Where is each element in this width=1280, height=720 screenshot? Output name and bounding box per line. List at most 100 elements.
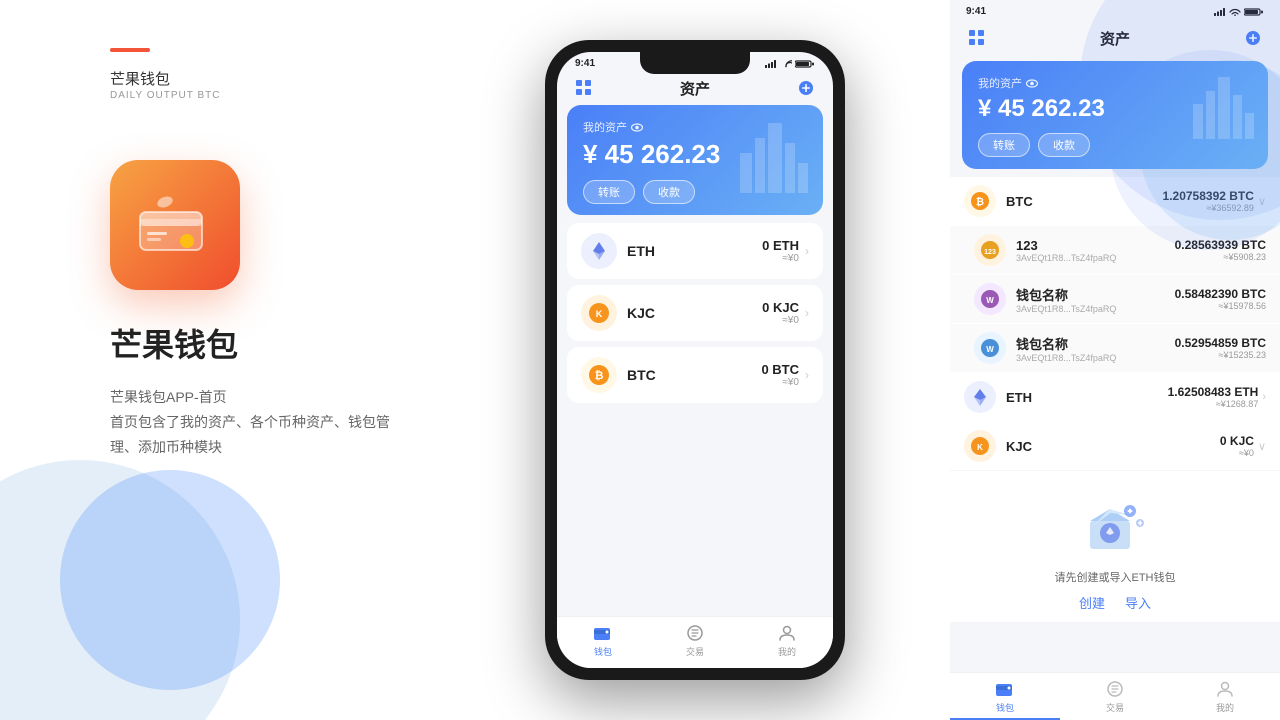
- signal-icon: [765, 60, 777, 68]
- r-wallet2-addr: 3AvEQt1R8...TsZ4fpaRQ: [1016, 353, 1175, 363]
- r-eth-right: 1.62508483 ETH ≈¥1268.87: [1168, 385, 1259, 409]
- r-eth-name: ETH: [1006, 390, 1168, 405]
- coin-item-eth[interactable]: ETH 0 ETH ≈¥0 ›: [567, 223, 823, 279]
- svg-text:W: W: [986, 345, 994, 354]
- r-wallet2-name: 钱包名称: [1016, 334, 1175, 353]
- kjc-name: KJC: [627, 305, 762, 321]
- r-building-deco: [1185, 69, 1260, 149]
- brand-bar: [110, 48, 150, 52]
- right-tab-wallet[interactable]: 钱包: [950, 679, 1060, 714]
- r-123-addr: 3AvEQt1R8...TsZ4fpaRQ: [1016, 253, 1175, 263]
- kjc-icon: K: [581, 295, 617, 331]
- svg-text:W: W: [986, 296, 994, 305]
- r-tx-tab-svg: [1106, 681, 1124, 697]
- mine-svg: [778, 625, 796, 641]
- r-transfer-button[interactable]: 转账: [978, 133, 1030, 157]
- right-tab-tx[interactable]: 交易: [1060, 679, 1170, 714]
- right-tab-mine[interactable]: 我的: [1170, 679, 1280, 714]
- app-desc: 芒果钱包APP-首页 首页包含了我的资产、各个币种资产、钱包管 理、添加币种模块: [110, 385, 390, 461]
- r-mine-tab-label: 我的: [1216, 701, 1234, 714]
- r-btc-icon: ₿: [964, 185, 996, 217]
- app-icon-svg: [135, 194, 215, 256]
- right-time: 9:41: [966, 6, 986, 17]
- r-wallet2-right: 0.52954859 BTC ≈¥15235.23: [1175, 336, 1266, 360]
- r-wallet1-svg: W: [980, 289, 1000, 309]
- eth-create-section: 请先创建或导入ETH钱包 创建 导入: [950, 471, 1280, 622]
- r-wallet1-icon: W: [974, 283, 1006, 315]
- btc-right: 0 BTC ≈¥0: [761, 362, 799, 388]
- r-eth-icon: [964, 381, 996, 413]
- kjc-right: 0 KJC ≈¥0: [762, 300, 799, 326]
- eye-icon: [631, 123, 643, 132]
- coin-list: ETH 0 ETH ≈¥0 › K KJC: [557, 223, 833, 403]
- bg-circle-2: [60, 470, 280, 690]
- r-wallet-tab-label: 钱包: [996, 701, 1014, 714]
- r-eth-amount: 1.62508483 ETH: [1168, 385, 1259, 399]
- r-mine-tab-icon: [1215, 679, 1235, 699]
- r-grid-svg: [969, 30, 985, 46]
- r-kjc-icon: K: [964, 430, 996, 462]
- r-receive-button[interactable]: 收款: [1038, 133, 1090, 157]
- brand-name: 芒果钱包: [110, 68, 170, 89]
- eth-create-links: 创建 导入: [1079, 593, 1151, 612]
- battery-icon: [795, 60, 815, 68]
- add-icon: [798, 80, 814, 96]
- kjc-svg: K: [588, 302, 610, 324]
- grid-icon[interactable]: [573, 77, 595, 99]
- eth-create-text: 请先创建或导入ETH钱包: [1055, 569, 1176, 585]
- r-eth-chevron: ›: [1262, 391, 1266, 403]
- phone-screen: 9:41: [557, 52, 833, 668]
- r-eye-icon: [1026, 79, 1038, 88]
- svg-text:₿: ₿: [976, 196, 984, 208]
- r-wallet2-info: 钱包名称 3AvEQt1R8...TsZ4fpaRQ: [1016, 334, 1175, 363]
- eth-name: ETH: [627, 243, 762, 259]
- wallet-svg: [594, 625, 612, 641]
- building-deco: [730, 113, 815, 203]
- right-coin-kjc[interactable]: K KJC 0 KJC ≈¥0 ∨: [950, 422, 1280, 470]
- r-grid-icon[interactable]: [966, 27, 988, 49]
- eth-right: 0 ETH ≈¥0: [762, 238, 799, 264]
- svg-text:K: K: [596, 309, 603, 319]
- r-eth-svg: [970, 387, 990, 407]
- r-wallet2-icon: W: [974, 332, 1006, 364]
- r-wallet1-info: 钱包名称 3AvEQt1R8...TsZ4fpaRQ: [1016, 285, 1175, 314]
- phone-bottom-tabs: 钱包 交易: [557, 616, 833, 668]
- wallet-tab-icon: [593, 623, 613, 643]
- r-wallet1-right: 0.58482390 BTC ≈¥15978.56: [1175, 287, 1266, 311]
- r-wallet2-cny: ≈¥15235.23: [1175, 350, 1266, 360]
- app-icon: [110, 160, 240, 290]
- phone-outer: 9:41: [545, 40, 845, 680]
- wallet-tab-label: 钱包: [594, 645, 612, 658]
- r-tx-tab-icon: [1105, 679, 1125, 699]
- right-coin-eth[interactable]: ETH 1.62508483 ETH ≈¥1268.87 ›: [950, 373, 1280, 421]
- transfer-button[interactable]: 转账: [583, 180, 635, 204]
- receive-button[interactable]: 收款: [643, 180, 695, 204]
- add-button[interactable]: [795, 77, 817, 99]
- btc-chevron: ›: [805, 368, 809, 382]
- right-panel: 9:41: [950, 0, 1280, 720]
- phone-header-title: 资产: [680, 78, 710, 99]
- r-wallet2-svg: W: [980, 338, 1000, 358]
- asset-card: 我的资产 ¥ 45 262.23 转账 收款: [567, 105, 823, 215]
- phone-tab-mine[interactable]: 我的: [741, 623, 833, 658]
- r-wallet-tab-svg: [996, 681, 1014, 697]
- eth-import-link[interactable]: 导入: [1125, 593, 1151, 612]
- r-123-svg: 123: [980, 240, 1000, 260]
- coin-item-kjc[interactable]: K KJC 0 KJC ≈¥0 ›: [567, 285, 823, 341]
- eth-create-link[interactable]: 创建: [1079, 593, 1105, 612]
- coin-item-btc[interactable]: ₿ BTC 0 BTC ≈¥0 ›: [567, 347, 823, 403]
- r-tx-tab-label: 交易: [1106, 701, 1124, 714]
- grid-svg: [576, 80, 592, 96]
- right-coin-wallet2[interactable]: W 钱包名称 3AvEQt1R8...TsZ4fpaRQ 0.52954859 …: [950, 324, 1280, 372]
- phone-tab-tx[interactable]: 交易: [649, 623, 741, 658]
- right-coin-wallet1[interactable]: W 钱包名称 3AvEQt1R8...TsZ4fpaRQ 0.58482390 …: [950, 275, 1280, 323]
- kjc-cny: ≈¥0: [762, 315, 799, 326]
- phone-header: 资产: [557, 69, 833, 105]
- r-wallet1-addr: 3AvEQt1R8...TsZ4fpaRQ: [1016, 304, 1175, 314]
- tx-tab-icon: [685, 623, 705, 643]
- eth-cny: ≈¥0: [762, 253, 799, 264]
- phone-notch: [640, 52, 750, 74]
- r-kjc-svg: K: [970, 436, 990, 456]
- phone-tab-wallet[interactable]: 钱包: [557, 623, 649, 658]
- tx-svg: [686, 625, 704, 641]
